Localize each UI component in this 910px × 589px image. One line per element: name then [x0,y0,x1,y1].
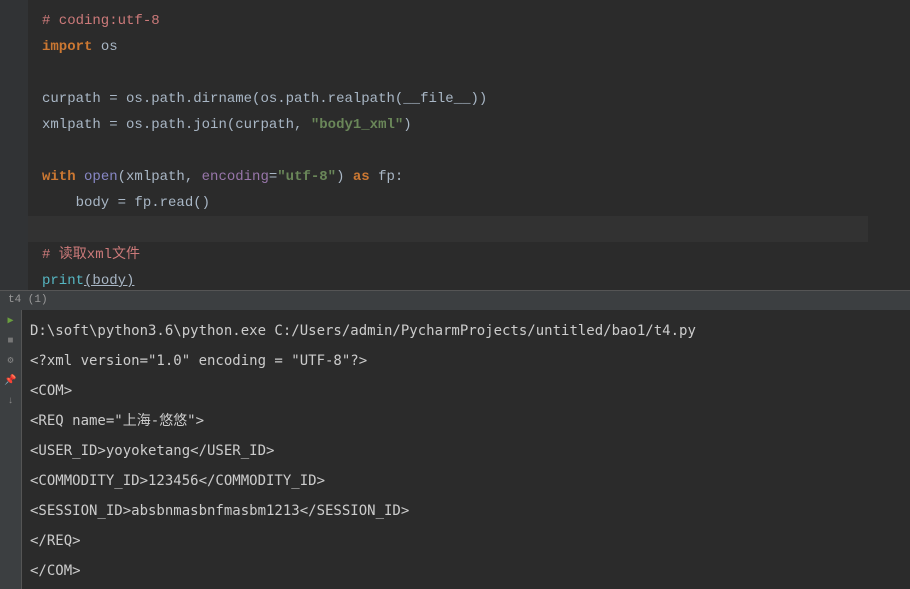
code-line[interactable]: with open(xmlpath, encoding="utf-8") as … [42,164,910,190]
code-editor[interactable]: # coding:utf-8 import os curpath = os.pa… [0,0,910,290]
comment-text: # 读取xml文件 [42,247,140,263]
console-panel: ▶ ■ ⚙ 📌 ↓ D:\soft\python3.6\python.exe C… [0,310,910,589]
string-literal: "body1_xml" [311,117,403,133]
keyword-import: import [42,39,92,55]
code-line[interactable] [42,60,910,86]
console-line: <REQ name="上海-悠悠"> [30,406,902,436]
console-line: </COM> [30,556,902,586]
paren-close: )) [471,91,488,107]
statement: body = fp.read() [42,195,210,211]
string-literal: "utf-8" [277,169,336,185]
comment-text: # coding:utf-8 [42,13,160,29]
console-line: <USER_ID>yoyoketang</USER_ID> [30,436,902,466]
args: (xmlpath, [118,169,202,185]
scroll-icon[interactable]: ↓ [4,394,18,408]
args: (body) [84,273,134,289]
builtin-open: open [76,169,118,185]
code-line[interactable]: curpath = os.path.dirname(os.path.realpa… [42,86,910,112]
operator: = [109,117,126,133]
stop-icon[interactable]: ■ [4,334,18,348]
paren-close: ) [336,169,353,185]
code-line[interactable]: xmlpath = os.path.join(curpath, "body1_x… [42,112,910,138]
code-line-current[interactable] [0,216,868,242]
console-output[interactable]: D:\soft\python3.6\python.exe C:/Users/ad… [22,310,910,589]
keyword-as: as [353,169,370,185]
dunder-var: __file__ [403,91,470,107]
keyword-with: with [42,169,76,185]
module-name: os [92,39,117,55]
console-line: <COM> [30,376,902,406]
console-toolbar: ▶ ■ ⚙ 📌 ↓ [0,310,22,589]
console-line: D:\soft\python3.6\python.exe C:/Users/ad… [30,316,902,346]
code-line[interactable]: # coding:utf-8 [42,8,910,34]
console-line: </REQ> [30,526,902,556]
code-line[interactable]: body = fp.read() [42,190,910,216]
pin-icon[interactable]: 📌 [4,374,18,388]
variable: xmlpath [42,117,109,133]
call-expr: os.path.join(curpath, [126,117,311,133]
rerun-icon[interactable]: ▶ [4,314,18,328]
code-line[interactable]: import os [42,34,910,60]
param-encoding: encoding [202,169,269,185]
paren-close: ) [403,117,411,133]
variable: curpath [42,91,109,107]
call-expr: os.path.dirname(os.path.realpath( [126,91,403,107]
code-line[interactable] [42,138,910,164]
operator: = [109,91,126,107]
code-line[interactable]: print(body) [42,268,910,294]
settings-icon[interactable]: ⚙ [4,354,18,368]
editor-gutter [0,0,28,290]
console-line: <COMMODITY_ID>123456</COMMODITY_ID> [30,466,902,496]
operator: = [269,169,277,185]
console-line: <SESSION_ID>absbnmasbnfmasbm1213</SESSIO… [30,496,902,526]
code-content[interactable]: # coding:utf-8 import os curpath = os.pa… [0,8,910,294]
builtin-print: print [42,273,84,289]
variable: fp: [370,169,404,185]
console-line: <?xml version="1.0" encoding = "UTF-8"?> [30,346,902,376]
code-line[interactable]: # 读取xml文件 [42,242,910,268]
